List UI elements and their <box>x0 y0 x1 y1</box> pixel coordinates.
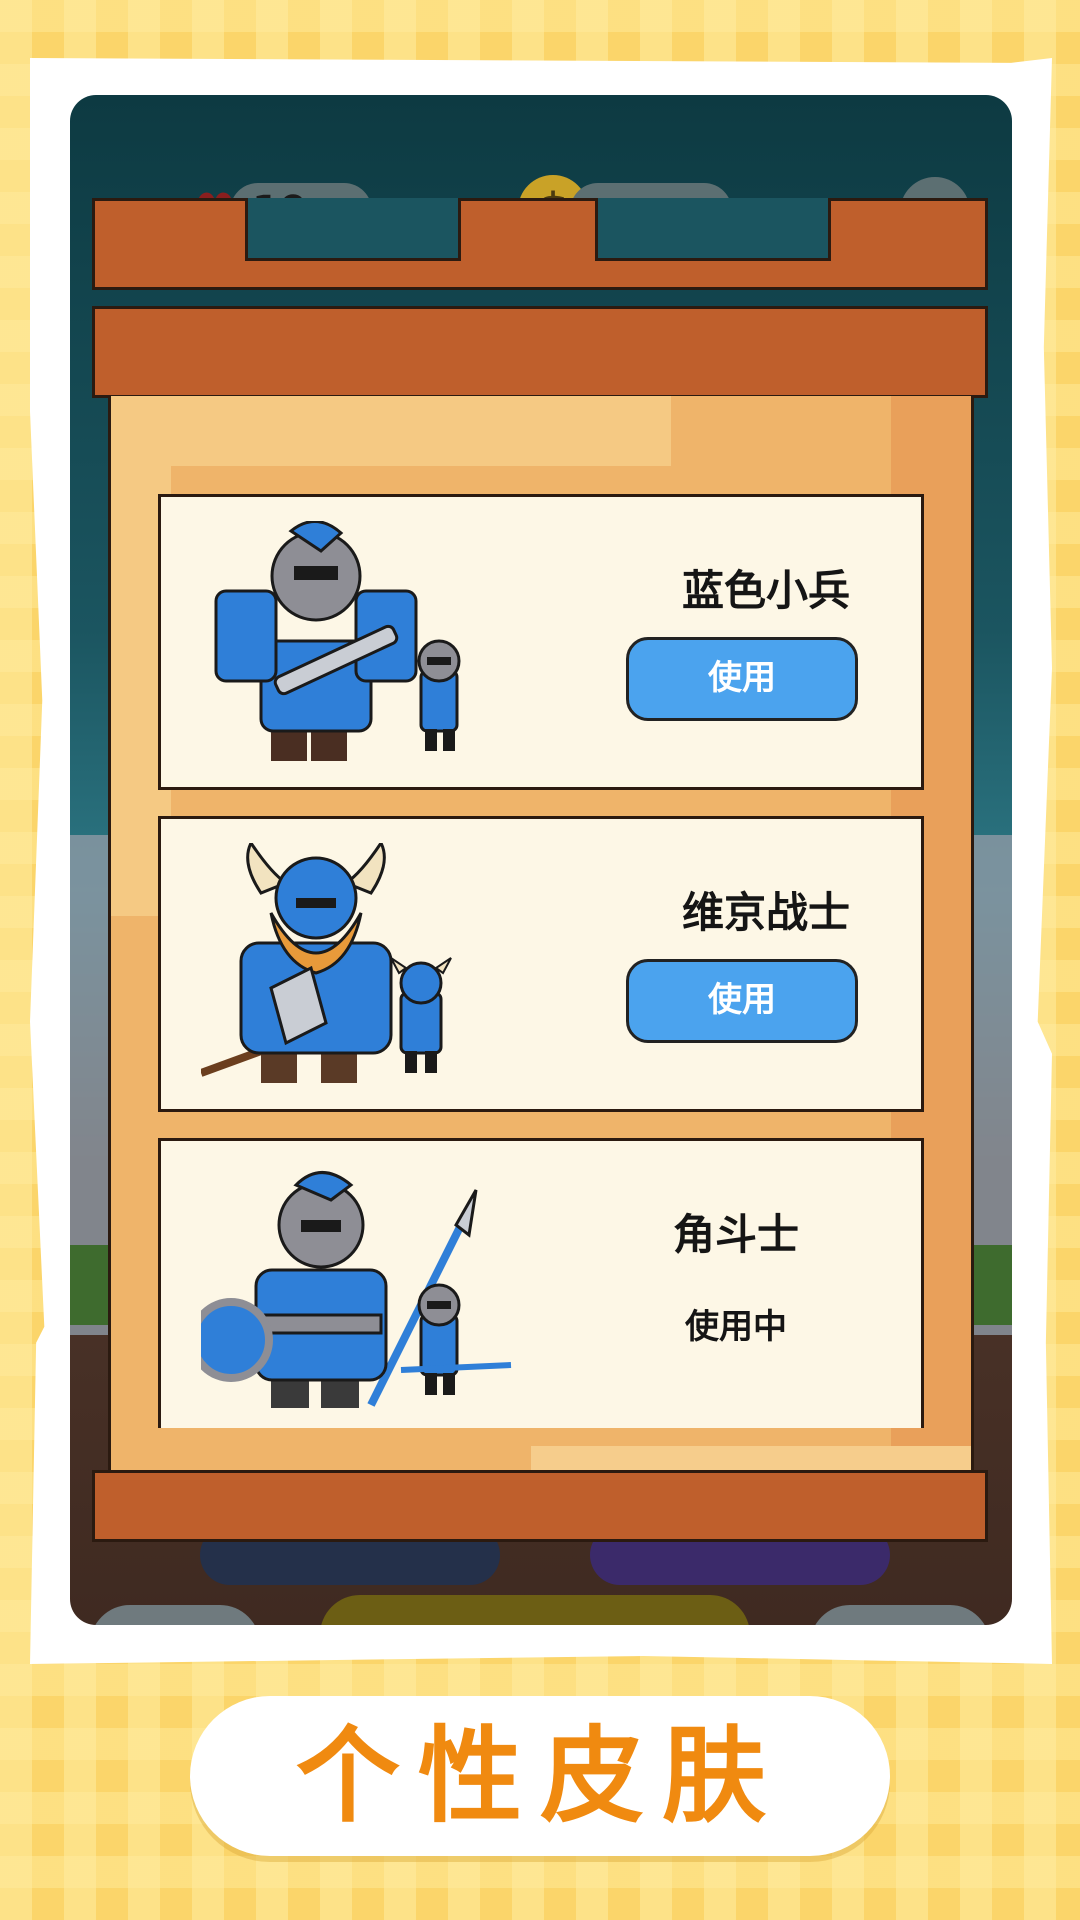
skin-name: 角斗士 <box>672 1210 799 1259</box>
skin-card-viking: 维京战士 使用 <box>158 816 924 1112</box>
bottom-button-center[interactable] <box>320 1595 750 1625</box>
battlement-gap <box>595 198 831 261</box>
viking-warrior-icon <box>201 843 452 1083</box>
skin-card-blue-soldier: 蓝色小兵 使用 <box>158 494 924 790</box>
skin-card-gladiator: 角斗士 使用中 <box>158 1138 924 1428</box>
battlement-gap <box>245 198 461 261</box>
castle-battlement <box>92 198 988 290</box>
bottom-button-right[interactable] <box>810 1605 990 1625</box>
blue-knight-icon <box>214 521 461 761</box>
use-button[interactable]: 使用 <box>626 637 858 721</box>
skin-name: 蓝色小兵 <box>681 566 850 615</box>
use-button[interactable]: 使用 <box>626 959 858 1043</box>
castle-base <box>92 1470 988 1542</box>
in-use-label: 使用中 <box>685 1307 787 1347</box>
castle-band <box>92 306 988 398</box>
caption-banner: 个性皮肤 <box>190 1696 890 1856</box>
bottom-button-left[interactable] <box>90 1605 260 1625</box>
skin-name: 维京战士 <box>681 888 850 937</box>
gladiator-icon <box>201 1171 512 1408</box>
